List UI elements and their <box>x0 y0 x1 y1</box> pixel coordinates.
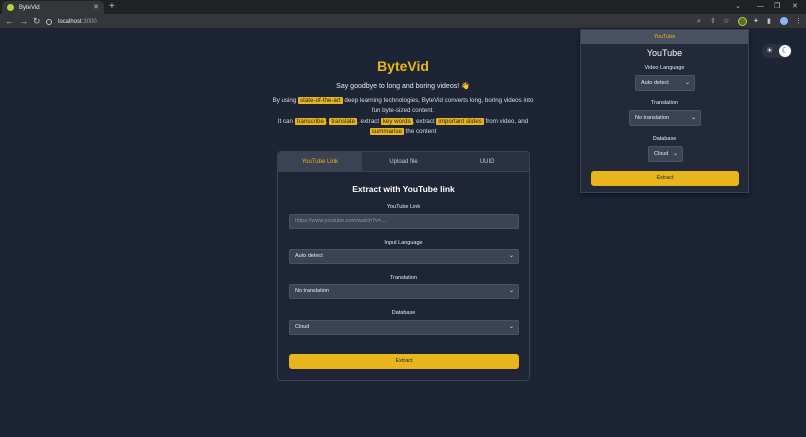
chevron-down-icon: ⌄ <box>690 115 696 121</box>
highlight: key words <box>380 118 413 125</box>
puzzle-icon[interactable]: ✦ <box>753 16 759 27</box>
highlight: state-of-the-art <box>298 97 343 104</box>
theme-toggle[interactable]: ☀ ☾ <box>762 44 792 58</box>
database-select[interactable]: Cloud ⌄ <box>289 320 519 335</box>
forward-icon[interactable]: → <box>19 15 28 27</box>
browser-tab-bar: ByteVid ✕ + ⌄ — ❐ ✕ <box>0 0 806 14</box>
favicon-icon <box>7 4 14 11</box>
zoom-icon[interactable]: ⌕ <box>697 16 701 27</box>
database-label: Database <box>391 310 416 316</box>
input-language-label: Input Language <box>384 240 423 246</box>
close-window-icon[interactable]: ✕ <box>792 1 798 13</box>
video-language-label: Video Language <box>644 65 685 71</box>
popup-database-label: Database <box>652 136 677 142</box>
star-icon[interactable]: ☆ <box>723 16 729 27</box>
source-tabs: YouTube Link Upload file UUID <box>278 152 529 172</box>
extract-button[interactable]: Extract <box>289 354 519 369</box>
youtube-link-input[interactable]: https://www.youtube.com/watch?v=.... <box>289 214 519 229</box>
browser-toolbar: ← → ↻ localhost:3000 ⌕ ⇪ ☆ ✦ ▮ ⋮ <box>0 14 806 29</box>
tab-upload-file[interactable]: Upload file <box>362 152 446 171</box>
translation-select[interactable]: No translation ⌄ <box>289 284 519 299</box>
tab-title: ByteVid <box>19 4 40 11</box>
popup-translation-label: Translation <box>650 100 678 106</box>
description: By using state-of-the-art deep learning … <box>272 97 534 114</box>
feature-description: It can transcribe, translate, extract ke… <box>277 118 529 135</box>
profile-icon[interactable] <box>780 17 788 25</box>
popup-title: YouTube <box>646 48 683 58</box>
input-language-select[interactable]: Auto detect ⌄ <box>289 249 519 264</box>
highlight: summarise <box>369 127 404 135</box>
chevron-down-icon: ⌄ <box>672 151 678 157</box>
card-title: Extract with YouTube link <box>352 184 455 194</box>
popup-extract-button[interactable]: Extract <box>591 171 739 186</box>
extension-popup: YouTube YouTube Video Language Auto dete… <box>580 29 749 193</box>
tab-youtube-link[interactable]: YouTube Link <box>278 152 362 171</box>
chevron-down-icon[interactable]: ⌄ <box>735 1 741 13</box>
translation-label: Translation <box>389 275 417 281</box>
info-icon[interactable] <box>46 18 52 25</box>
sun-icon: ☀ <box>766 46 774 55</box>
chevron-down-icon: ⌄ <box>508 288 514 294</box>
extract-card: YouTube Link Upload file UUID Extract wi… <box>277 151 530 381</box>
browser-tab[interactable]: ByteVid ✕ <box>2 1 104 14</box>
chevron-down-icon: ⌄ <box>508 324 514 330</box>
chevron-down-icon: ⌄ <box>684 80 690 86</box>
share-icon[interactable]: ⇪ <box>710 16 716 27</box>
new-tab-button[interactable]: + <box>109 1 115 13</box>
address-bar[interactable]: localhost:3000 <box>46 16 726 27</box>
tab-uuid[interactable]: UUID <box>445 152 529 171</box>
video-language-select[interactable]: Auto detect ⌄ <box>635 75 695 91</box>
youtube-link-label: YouTube Link <box>386 204 421 210</box>
minimize-icon[interactable]: — <box>757 1 764 13</box>
highlight: transcribe <box>294 118 326 125</box>
highlight: translate <box>329 118 358 125</box>
chevron-down-icon: ⌄ <box>508 253 514 259</box>
highlight: important slides <box>436 118 484 125</box>
popup-header: YouTube <box>581 30 748 44</box>
moon-icon: ☾ <box>779 45 791 57</box>
popup-translation-select[interactable]: No translation ⌄ <box>629 110 701 126</box>
back-icon[interactable]: ← <box>5 15 14 27</box>
sidepanel-icon[interactable]: ▮ <box>767 16 771 27</box>
close-tab-icon[interactable]: ✕ <box>93 4 99 11</box>
url-text: localhost:3000 <box>58 18 97 25</box>
extension-icon[interactable] <box>738 17 747 26</box>
reload-icon[interactable]: ↻ <box>33 15 41 27</box>
menu-icon[interactable]: ⋮ <box>795 16 802 27</box>
restore-icon[interactable]: ❐ <box>774 1 780 13</box>
popup-database-select[interactable]: Cloud ⌄ <box>648 146 683 162</box>
